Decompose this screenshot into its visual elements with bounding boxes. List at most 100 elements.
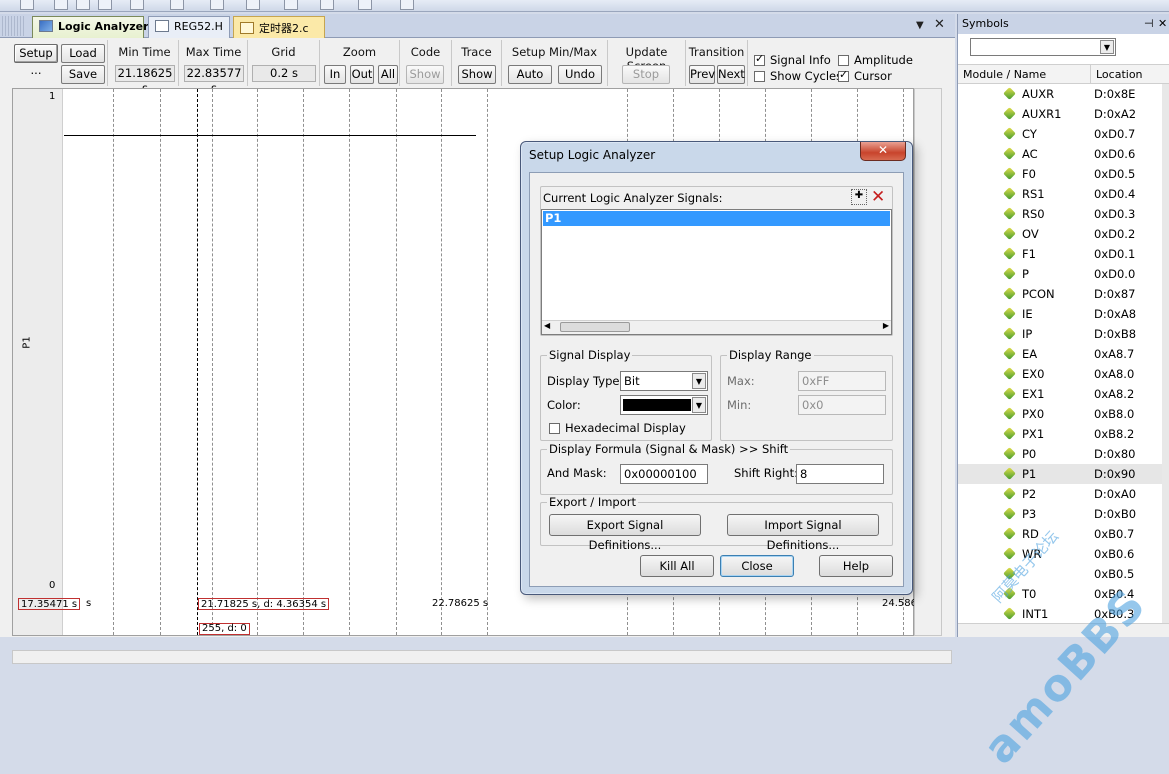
toolbar-icon[interactable] [130, 0, 144, 10]
col-location[interactable]: Location [1096, 68, 1143, 81]
checkbox-box[interactable] [838, 55, 849, 66]
col-module-name[interactable]: Module / Name [963, 68, 1046, 81]
zoom-all-button[interactable]: All [378, 65, 398, 84]
logic-analyzer-toolbar-icon[interactable] [98, 0, 112, 10]
export-signal-definitions-button[interactable]: Export Signal Definitions... [549, 514, 701, 552]
symbol-row[interactable]: P3 D:0xB0 [958, 504, 1163, 524]
toolbar-icon[interactable] [20, 0, 34, 10]
chevron-down-icon[interactable]: ▼ [692, 397, 706, 413]
tab-timer2-c[interactable]: 定时器2.c [233, 16, 325, 38]
symbol-row[interactable]: F1 0xD0.1 [958, 244, 1163, 264]
symbol-row[interactable]: PX0 0xB8.0 [958, 404, 1163, 424]
delete-signal-icon[interactable]: ✕ [871, 187, 885, 207]
import-signal-definitions-button[interactable]: Import Signal Definitions... [727, 514, 879, 552]
amplitude-checkbox[interactable]: Amplitude [838, 53, 913, 67]
color-picker[interactable]: ▼ [620, 395, 708, 415]
scroll-thumb[interactable] [560, 322, 630, 332]
shift-right-input[interactable]: 8 [796, 464, 884, 484]
symbol-name: P0 [1022, 447, 1037, 461]
symbol-row[interactable]: RS1 0xD0.4 [958, 184, 1163, 204]
display-type-select[interactable]: Bit ▼ [620, 371, 708, 391]
help-button[interactable]: Help [819, 555, 893, 577]
symbol-row[interactable]: CY 0xD0.7 [958, 124, 1163, 144]
symbol-row[interactable]: PCON D:0x87 [958, 284, 1163, 304]
symbol-row[interactable]: P2 D:0xA0 [958, 484, 1163, 504]
tab-close-icon[interactable]: ✕ [934, 17, 945, 32]
checkbox-box[interactable] [754, 53, 765, 66]
symbol-row[interactable]: EA 0xA8.7 [958, 344, 1163, 364]
prev-button[interactable]: Prev [689, 65, 715, 84]
pin-icon[interactable]: ⊣ [1144, 17, 1154, 30]
cursor-checkbox[interactable]: Cursor [838, 69, 892, 83]
checkbox-box[interactable] [838, 69, 849, 82]
toolbar-icon[interactable] [284, 0, 298, 10]
symbol-row[interactable]: EX1 0xA8.2 [958, 384, 1163, 404]
symbol-row[interactable]: AUXR1 D:0xA2 [958, 104, 1163, 124]
symbols-vertical-scrollbar[interactable] [1162, 84, 1169, 624]
symbol-row[interactable]: WR 0xB0.6 [958, 544, 1163, 564]
toolbar-icon[interactable] [400, 0, 414, 10]
toolbar-icon[interactable] [246, 0, 260, 10]
symbol-row[interactable]: F0 0xD0.5 [958, 164, 1163, 184]
plot-vertical-scrollbar[interactable] [914, 88, 942, 636]
kill-all-button[interactable]: Kill All [640, 555, 714, 577]
symbol-row[interactable]: AUXR D:0x8E [958, 84, 1163, 104]
checkbox-box[interactable] [754, 71, 765, 82]
stop-button[interactable]: Stop [622, 65, 670, 84]
zoom-in-button[interactable]: In [324, 65, 346, 84]
dialog-close-icon[interactable]: ✕ [860, 142, 906, 161]
signals-horizontal-scrollbar[interactable]: ◀ ▶ [542, 320, 891, 334]
symbol-row[interactable]: P 0xD0.0 [958, 264, 1163, 284]
tab-reg52[interactable]: REG52.H [148, 16, 230, 38]
tab-dropdown-icon[interactable]: ▼ [916, 20, 924, 31]
symbol-row[interactable]: P1 D:0x90 [958, 464, 1163, 484]
chevron-down-icon[interactable]: ▼ [1100, 40, 1114, 54]
toolbar-icon[interactable] [170, 0, 184, 10]
tab-logic-analyzer[interactable]: Logic Analyzer [32, 16, 149, 38]
signal-display-legend: Signal Display [547, 348, 633, 362]
checkbox-box[interactable] [549, 423, 560, 434]
save-button[interactable]: Save ... [61, 65, 105, 98]
cursor-line[interactable] [197, 89, 198, 635]
symbol-row[interactable]: IE D:0xA8 [958, 304, 1163, 324]
scroll-right-icon[interactable]: ▶ [883, 321, 889, 330]
scroll-left-icon[interactable]: ◀ [544, 321, 550, 330]
signal-info-checkbox[interactable]: Signal Info [754, 53, 831, 67]
close-icon[interactable]: ✕ [1158, 17, 1167, 30]
signal-name-label[interactable]: P1 [22, 336, 33, 348]
hexadecimal-display-checkbox[interactable]: Hexadecimal Display [549, 421, 686, 435]
symbol-row[interactable]: OV 0xD0.2 [958, 224, 1163, 244]
toolbar-icon[interactable] [358, 0, 372, 10]
toolbar-icon[interactable] [76, 0, 90, 10]
dialog-title: Setup Logic Analyzer [529, 148, 656, 162]
toolbar-icon[interactable] [210, 0, 224, 10]
symbol-row[interactable]: RS0 0xD0.3 [958, 204, 1163, 224]
symbols-filter-combo[interactable]: ▼ [970, 38, 1116, 56]
zoom-out-button[interactable]: Out [350, 65, 374, 84]
toolbar-icon[interactable] [320, 0, 334, 10]
max-input[interactable]: 0xFF [798, 371, 886, 391]
show-cycles-checkbox[interactable]: Show Cycles [754, 69, 842, 83]
close-button[interactable]: Close [720, 555, 794, 577]
symbol-row[interactable]: P0 D:0x80 [958, 444, 1163, 464]
symbol-row[interactable]: 0xB0.5 [958, 564, 1163, 584]
code-show-button[interactable]: Show [406, 65, 444, 84]
signal-list-item[interactable]: P1 [543, 211, 890, 226]
plot-horizontal-scrollbar[interactable] [12, 650, 952, 664]
chevron-down-icon[interactable]: ▼ [692, 373, 706, 389]
toolbar-icon[interactable] [54, 0, 68, 10]
next-button[interactable]: Next [717, 65, 745, 84]
auto-button[interactable]: Auto [508, 65, 552, 84]
and-mask-input[interactable]: 0x00000100 [620, 464, 708, 484]
signals-listbox[interactable]: P1 ◀ ▶ [541, 209, 892, 335]
setup-button[interactable]: Setup ... [14, 44, 58, 77]
load-button[interactable]: Load ... [61, 44, 105, 77]
undo-button[interactable]: Undo [558, 65, 602, 84]
trace-show-button[interactable]: Show [458, 65, 496, 84]
symbol-row[interactable]: IP D:0xB8 [958, 324, 1163, 344]
symbol-row[interactable]: AC 0xD0.6 [958, 144, 1163, 164]
symbol-row[interactable]: PX1 0xB8.2 [958, 424, 1163, 444]
min-input[interactable]: 0x0 [798, 395, 886, 415]
new-signal-icon[interactable]: ✚ [851, 189, 867, 205]
symbol-row[interactable]: EX0 0xA8.0 [958, 364, 1163, 384]
